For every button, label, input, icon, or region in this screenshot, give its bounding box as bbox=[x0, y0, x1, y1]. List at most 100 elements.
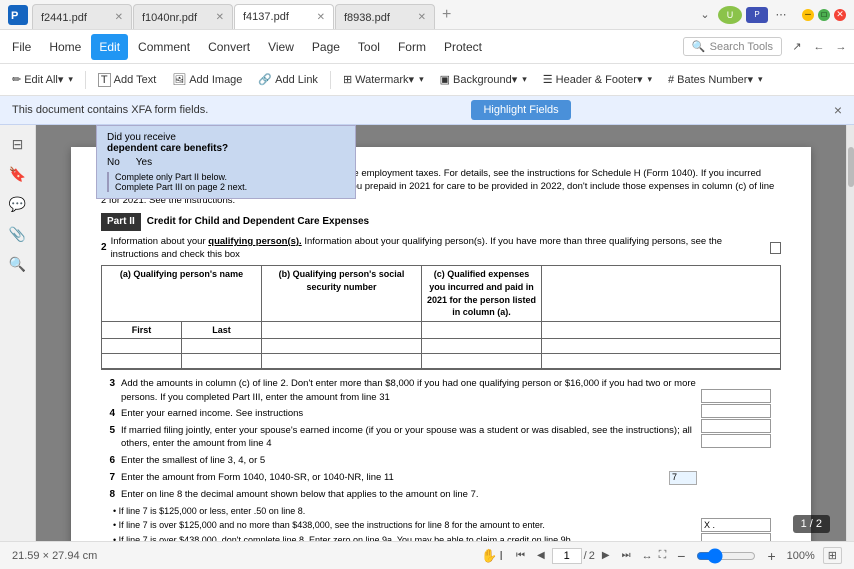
tab-close-icon[interactable]: ✕ bbox=[418, 12, 426, 23]
back-icon[interactable]: ← bbox=[810, 38, 828, 56]
table-row bbox=[102, 339, 780, 354]
sidebar-comment-icon[interactable]: 💬 bbox=[7, 193, 29, 215]
table-header: (a) Qualifying person's name (b) Qualify… bbox=[102, 266, 780, 321]
next-page-button[interactable]: ▶ bbox=[597, 548, 615, 563]
tab-close-icon[interactable]: ✕ bbox=[317, 12, 325, 23]
page-separator: / bbox=[584, 550, 587, 562]
line4: 4 Enter your earned income. See instruct… bbox=[101, 407, 697, 421]
xfa-callout: Did you receive dependent care benefits?… bbox=[96, 125, 356, 199]
pro-badge: P bbox=[746, 7, 768, 23]
tab-close-icon[interactable]: ✕ bbox=[115, 12, 123, 23]
highlight-fields-button[interactable]: Highlight Fields bbox=[471, 100, 570, 120]
title-bar: P f2441.pdf ✕ f1040nr.pdf ✕ f4137.pdf ✕ … bbox=[0, 0, 854, 30]
tab-label: f8938.pdf bbox=[344, 12, 390, 24]
text-select-icon[interactable]: I bbox=[499, 548, 503, 563]
main-area: ⊟ 🔖 💬 📎 🔍 Did you receive dependent care… bbox=[0, 125, 854, 541]
callout-instructions: Complete only Part II below. Complete Pa… bbox=[107, 172, 345, 192]
link-icon: 🔗 bbox=[258, 73, 272, 86]
sidebar-attachment-icon[interactable]: 📎 bbox=[7, 223, 29, 245]
page-total: 2 bbox=[589, 550, 595, 562]
tab-f1040nr[interactable]: f1040nr.pdf ✕ bbox=[133, 4, 233, 29]
col-a-header: (a) Qualifying person's name bbox=[102, 266, 262, 320]
user-avatar[interactable]: U bbox=[718, 6, 742, 24]
line6: 6 Enter the smallest of line 3, 4, or 5 bbox=[101, 454, 697, 468]
menu-form[interactable]: Form bbox=[390, 34, 434, 60]
fit-page-icon[interactable]: ⛶ bbox=[659, 549, 667, 562]
edit-all-button[interactable]: ✏ Edit All▾ bbox=[6, 68, 79, 92]
line2-label: 2 Information about your qualifying pers… bbox=[101, 235, 781, 262]
sidebar-bookmark-icon[interactable]: 🔖 bbox=[7, 163, 29, 185]
restore-button[interactable]: □ bbox=[818, 9, 830, 21]
zoom-slider[interactable] bbox=[696, 548, 756, 564]
tab-label: f1040nr.pdf bbox=[142, 12, 197, 24]
menu-page[interactable]: Page bbox=[304, 34, 348, 60]
bates-number-button[interactable]: # Bates Number▾ bbox=[662, 68, 769, 92]
line2-table: (a) Qualifying person's name (b) Qualify… bbox=[101, 265, 781, 370]
bullet1: • If line 7 is $125,000 or less, enter .… bbox=[113, 505, 697, 518]
bullet3: • If line 7 is over $438,000, don't comp… bbox=[113, 534, 697, 541]
page-number-input[interactable] bbox=[552, 548, 582, 564]
new-tab-button[interactable]: + bbox=[436, 6, 457, 24]
menu-edit[interactable]: Edit bbox=[91, 34, 128, 60]
tab-close-icon[interactable]: ✕ bbox=[216, 12, 224, 23]
tab-label: f2441.pdf bbox=[41, 12, 87, 24]
hand-tool-icon[interactable]: ✋ bbox=[481, 548, 497, 564]
minimize-button[interactable]: － bbox=[802, 9, 814, 21]
menu-bar: File Home Edit Comment Convert View Page… bbox=[0, 30, 854, 64]
box-5 bbox=[701, 419, 771, 433]
more-options-icon[interactable]: ⋯ bbox=[772, 6, 790, 24]
first-page-button[interactable]: ⏮ bbox=[511, 548, 530, 563]
zoom-out-button[interactable]: − bbox=[674, 548, 688, 564]
menu-view[interactable]: View bbox=[260, 34, 302, 60]
background-button[interactable]: ▣ Background▾ bbox=[434, 68, 533, 92]
menu-tool[interactable]: Tool bbox=[350, 34, 388, 60]
external-link-icon[interactable]: ↗ bbox=[788, 38, 806, 56]
tab-f4137[interactable]: f4137.pdf ✕ bbox=[234, 4, 334, 29]
sidebar-pages-icon[interactable]: ⊟ bbox=[7, 133, 29, 155]
search-tools[interactable]: 🔍 Search Tools bbox=[683, 37, 782, 56]
add-image-button[interactable]: 🖼 Add Image bbox=[166, 68, 248, 92]
watermark-button[interactable]: ⊞ Watermark▾ bbox=[337, 68, 430, 92]
menu-comment[interactable]: Comment bbox=[130, 34, 198, 60]
col-c-header: (c) Qualified expenses you incurred and … bbox=[422, 266, 542, 320]
zoom-in-button[interactable]: + bbox=[764, 548, 778, 564]
add-text-button[interactable]: T Add Text bbox=[92, 68, 162, 92]
scrollbar[interactable] bbox=[846, 125, 854, 541]
notification-bar: This document contains XFA form fields. … bbox=[0, 96, 854, 125]
menu-file[interactable]: File bbox=[4, 34, 39, 60]
fit-mode-button[interactable]: ⊞ bbox=[823, 547, 842, 564]
line3: 3 Add the amounts in column (c) of line … bbox=[101, 377, 697, 404]
document-area: Did you receive dependent care benefits?… bbox=[36, 125, 846, 541]
sidebar-search-icon[interactable]: 🔍 bbox=[7, 253, 29, 275]
tab-f2441[interactable]: f2441.pdf ✕ bbox=[32, 4, 132, 29]
add-link-button[interactable]: 🔗 Add Link bbox=[252, 68, 324, 92]
line8-header: 8 Enter on line 8 the decimal amount sho… bbox=[101, 488, 697, 502]
lines-left: 3 Add the amounts in column (c) of line … bbox=[101, 374, 697, 541]
checkbox[interactable] bbox=[770, 242, 781, 254]
menu-convert[interactable]: Convert bbox=[200, 34, 258, 60]
page-indicator: 1 / 2 bbox=[793, 515, 830, 533]
box-8: X . bbox=[701, 518, 771, 532]
last-page-button[interactable]: ⏭ bbox=[617, 548, 636, 563]
notification-close-button[interactable]: × bbox=[834, 102, 842, 118]
bates-icon: # bbox=[668, 74, 674, 86]
fit-width-icon[interactable]: ↔ bbox=[642, 550, 653, 562]
part2-header: Part II Credit for Child and Dependent C… bbox=[101, 213, 781, 231]
separator bbox=[330, 71, 331, 89]
close-button[interactable]: ✕ bbox=[834, 9, 846, 21]
table-row bbox=[102, 354, 780, 369]
menu-home[interactable]: Home bbox=[41, 34, 89, 60]
scroll-thumb[interactable] bbox=[848, 147, 854, 187]
forward-icon[interactable]: → bbox=[832, 38, 850, 56]
menu-protect[interactable]: Protect bbox=[436, 34, 490, 60]
prev-page-button[interactable]: ◀ bbox=[532, 548, 550, 563]
status-right: ✋ I ⏮ ◀ / 2 ▶ ⏭ ↔ ⛶ − + 100% ⊞ bbox=[481, 547, 842, 564]
document-dimensions: 21.59 × 27.94 cm bbox=[12, 550, 97, 562]
dropdown-icon[interactable]: ⌄ bbox=[696, 6, 714, 24]
separator bbox=[85, 71, 86, 89]
callout-question: Did you receive dependent care benefits? bbox=[107, 132, 345, 154]
header-footer-button[interactable]: ☰ Header & Footer▾ bbox=[537, 68, 658, 92]
tab-f8938[interactable]: f8938.pdf ✕ bbox=[335, 4, 435, 29]
line7-input[interactable]: 7 bbox=[669, 471, 697, 485]
zoom-level: 100% bbox=[787, 550, 815, 562]
